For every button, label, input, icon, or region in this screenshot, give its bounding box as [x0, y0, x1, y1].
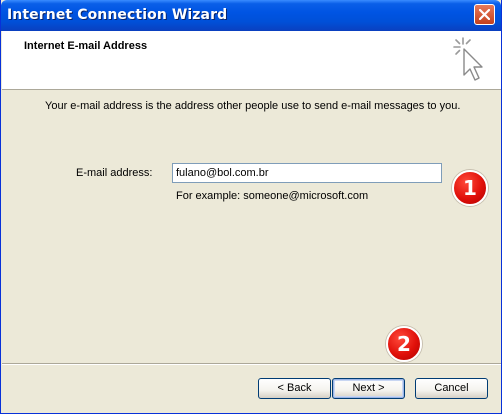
wizard-cursor-icon [453, 37, 483, 81]
window-title: Internet Connection Wizard [7, 7, 228, 23]
intro-text: Your e-mail address is the address other… [45, 100, 461, 112]
annotation-badge-2: 2 [386, 326, 422, 362]
cancel-button[interactable]: Cancel [415, 378, 488, 399]
footer-separator [2, 363, 501, 365]
back-button[interactable]: < Back [258, 378, 331, 399]
email-example: For example: someone@microsoft.com [176, 190, 369, 202]
title-bar[interactable]: Internet Connection Wizard [1, 0, 501, 31]
email-label: E-mail address: [76, 167, 153, 179]
next-button[interactable]: Next > [332, 378, 405, 399]
annotation-badge-1: 1 [452, 170, 488, 206]
close-icon [479, 9, 490, 20]
page-title: Internet E-mail Address [24, 40, 148, 52]
wizard-window: Internet Connection Wizard Internet E-ma… [0, 0, 502, 414]
close-button[interactable] [474, 4, 495, 25]
email-field[interactable] [172, 163, 442, 183]
wizard-header: Internet E-mail Address [2, 31, 501, 90]
